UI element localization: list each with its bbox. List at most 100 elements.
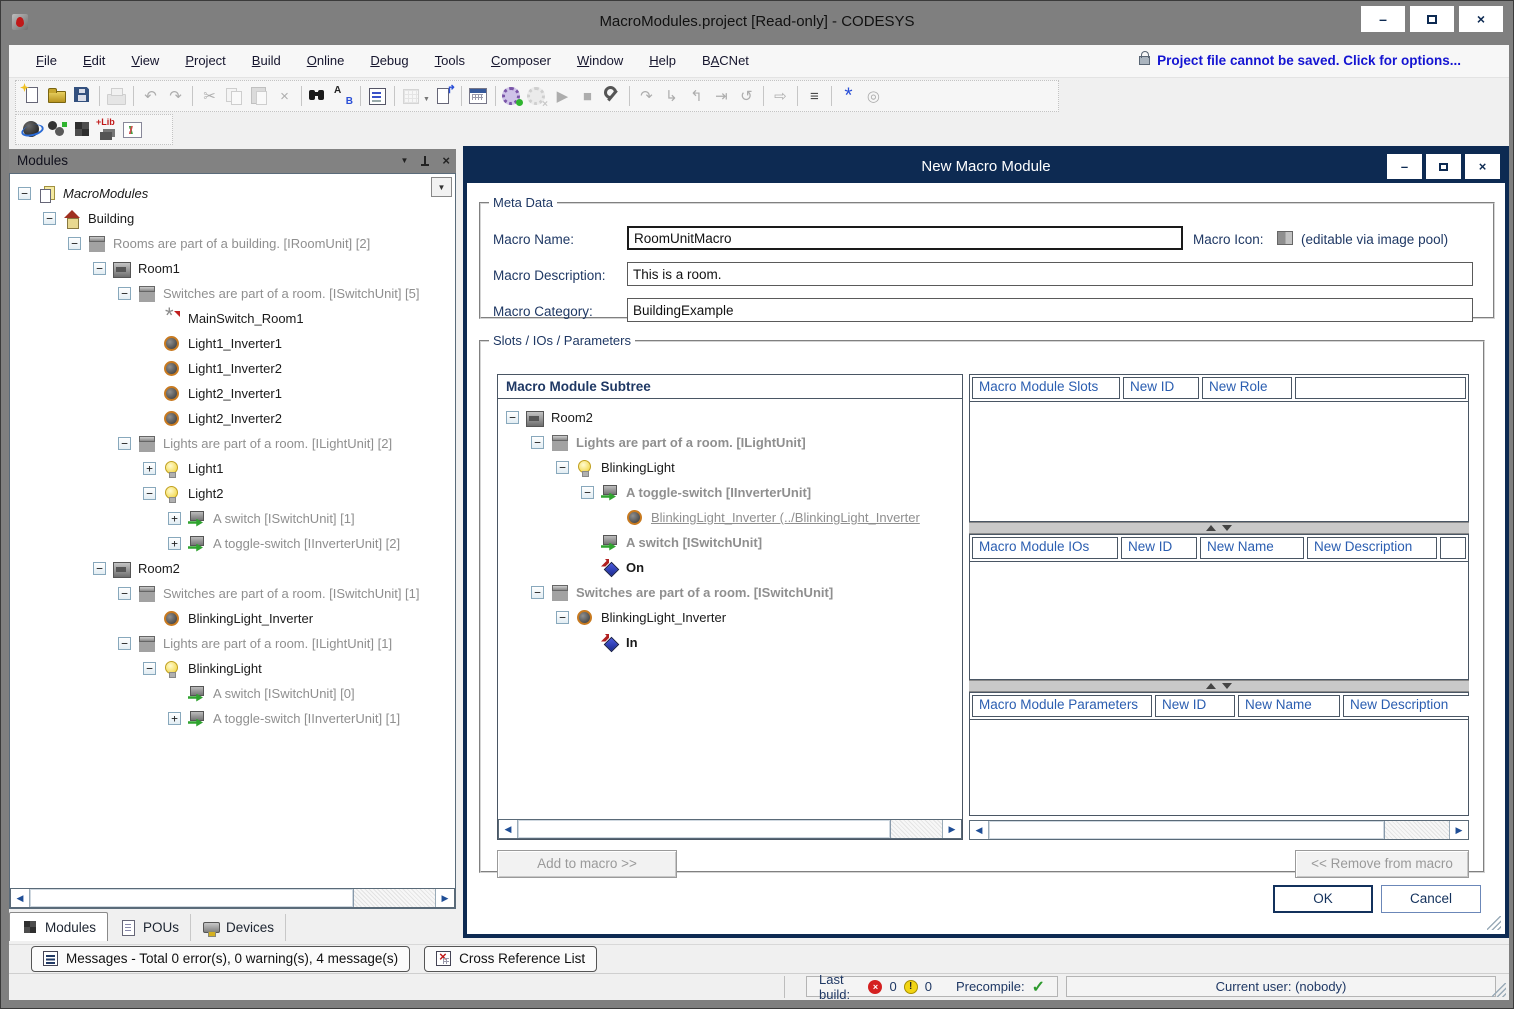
composer-modules-icon[interactable] <box>71 119 94 141</box>
tree-expander[interactable]: + <box>143 462 156 475</box>
menu-build[interactable]: Build <box>239 45 294 77</box>
tree-item[interactable]: −Light2 <box>10 481 455 506</box>
delete-icon[interactable]: × <box>273 85 296 107</box>
tree-item[interactable]: Light2_Inverter2 <box>10 406 455 431</box>
column-header[interactable]: New Description <box>1307 537 1437 559</box>
reset-icon[interactable]: ↺ <box>735 85 758 107</box>
redo-icon[interactable]: ↷ <box>164 85 187 107</box>
tab-devices[interactable]: Devices <box>191 914 286 941</box>
toggle-breakpoint-icon[interactable]: ⇨ <box>769 85 792 107</box>
tree-item[interactable]: +Light1 <box>10 456 455 481</box>
copy-icon[interactable] <box>223 85 246 107</box>
tree-expander[interactable]: − <box>68 237 81 250</box>
tree-item[interactable]: +A toggle-switch [IInverterUnit] [1] <box>10 706 455 731</box>
window-resize-grip[interactable] <box>1492 983 1506 997</box>
tables-hscrollbar[interactable]: ◀ ▶ <box>969 820 1469 840</box>
step-into-icon[interactable]: ↳ <box>660 85 683 107</box>
tree-expander[interactable]: − <box>93 562 106 575</box>
column-header[interactable]: New Name <box>1238 695 1340 717</box>
run-to-cursor-icon[interactable]: ⇥ <box>710 85 733 107</box>
scrollbar-thumb[interactable] <box>989 821 1385 839</box>
undo-icon[interactable]: ↶ <box>139 85 162 107</box>
menu-edit[interactable]: Edit <box>70 45 118 77</box>
slots-ios-splitter[interactable] <box>969 522 1469 534</box>
cancel-button[interactable]: Cancel <box>1381 885 1481 913</box>
panel-menu-icon[interactable]: ▼ <box>400 149 408 173</box>
pin-icon[interactable] <box>420 155 430 168</box>
tree-item[interactable]: Light1_Inverter1 <box>10 331 455 356</box>
step-out-icon[interactable]: ↰ <box>685 85 708 107</box>
scroll-left-icon[interactable]: ◀ <box>970 821 989 839</box>
dialog-maximize-button[interactable] <box>1426 154 1461 179</box>
tree-expander[interactable]: − <box>531 586 544 599</box>
dialog-resize-grip[interactable] <box>1487 916 1501 930</box>
tree-expander[interactable]: − <box>556 611 569 624</box>
tree-filter-dropdown[interactable]: ▼ <box>431 177 452 197</box>
tree-expander[interactable]: − <box>93 262 106 275</box>
composer-config-icon[interactable] <box>46 119 69 141</box>
tree-expander[interactable]: − <box>143 662 156 675</box>
macro-name-input[interactable] <box>627 226 1183 250</box>
add-to-macro-button[interactable]: Add to macro >> <box>497 850 677 878</box>
menu-online[interactable]: Online <box>294 45 358 77</box>
column-header[interactable]: New Name <box>1200 537 1304 559</box>
tree-item[interactable]: Light2_Inverter1 <box>10 381 455 406</box>
configure-icon[interactable] <box>601 85 624 107</box>
scroll-right-icon[interactable]: ▶ <box>942 820 961 838</box>
tree-expander[interactable]: − <box>118 587 131 600</box>
save-icon[interactable] <box>71 85 94 107</box>
simulation-icon[interactable]: * <box>837 85 860 107</box>
scroll-left-icon[interactable]: ◀ <box>11 889 30 907</box>
tree-item[interactable]: −Room1 <box>10 256 455 281</box>
paste-icon[interactable] <box>248 85 271 107</box>
print-icon[interactable] <box>105 85 128 107</box>
stop-icon[interactable]: ■ <box>576 85 599 107</box>
find-icon[interactable] <box>307 85 330 107</box>
tree-item[interactable]: +A switch [ISwitchUnit] [1] <box>10 506 455 531</box>
login-icon[interactable] <box>501 85 524 107</box>
tree-expander[interactable]: + <box>168 712 181 725</box>
logout-icon[interactable] <box>526 85 549 107</box>
menu-window[interactable]: Window <box>564 45 636 77</box>
replace-icon[interactable] <box>332 85 355 107</box>
close-button[interactable]: × <box>1459 6 1503 32</box>
column-header-filler[interactable] <box>1440 537 1466 559</box>
tree-expander[interactable]: − <box>531 436 544 449</box>
ios-params-splitter[interactable] <box>969 680 1469 692</box>
open-project-icon[interactable] <box>46 85 69 107</box>
parameters-table-body[interactable] <box>970 719 1468 815</box>
tree-item[interactable]: A switch [ISwitchUnit] <box>498 530 962 555</box>
column-header[interactable]: New ID <box>1121 537 1197 559</box>
tree-item[interactable]: −BlinkingLight <box>498 455 962 480</box>
scrollbar-thumb[interactable] <box>30 889 354 907</box>
menu-bacnet[interactable]: BACNet <box>689 45 762 77</box>
tab-cross-reference[interactable]: Cross Reference List <box>424 946 597 972</box>
tree-expander[interactable]: − <box>556 461 569 474</box>
tree-item[interactable]: −Lights are part of a room. [ILightUnit]… <box>10 631 455 656</box>
declarations-icon[interactable] <box>366 85 389 107</box>
menu-composer[interactable]: Composer <box>478 45 564 77</box>
tree-item[interactable]: −Room2 <box>10 556 455 581</box>
tree-item[interactable]: −Rooms are part of a building. [IRoomUni… <box>10 231 455 256</box>
subtree-hscrollbar[interactable]: ◀ ▶ <box>498 819 962 839</box>
tree-expander[interactable]: − <box>18 187 31 200</box>
column-header-filler[interactable] <box>1295 377 1466 399</box>
scroll-right-icon[interactable]: ▶ <box>1449 821 1468 839</box>
composer-overview-icon[interactable] <box>21 119 44 141</box>
dropdown-arrow-icon[interactable]: ▼ <box>423 96 430 103</box>
scrollbar-thumb[interactable] <box>518 820 891 838</box>
tree-item[interactable]: −BlinkingLight <box>10 656 455 681</box>
tree-item[interactable]: Light1_Inverter2 <box>10 356 455 381</box>
tree-item[interactable]: BlinkingLight_Inverter (../BlinkingLight… <box>498 505 962 530</box>
build-icon[interactable] <box>467 85 490 107</box>
macro-description-input[interactable] <box>627 262 1473 286</box>
tree-item[interactable]: −Switches are part of a room. [ISwitchUn… <box>498 580 962 605</box>
tree-item[interactable]: −BlinkingLight_Inverter <box>498 605 962 630</box>
tree-item[interactable]: A switch [ISwitchUnit] [0] <box>10 681 455 706</box>
menu-project[interactable]: Project <box>172 45 238 77</box>
column-header[interactable]: New ID <box>1123 377 1199 399</box>
tree-item[interactable]: +A toggle-switch [IInverterUnit] [2] <box>10 531 455 556</box>
ios-table-body[interactable] <box>970 561 1468 679</box>
tree-item[interactable]: −MacroModules <box>10 181 455 206</box>
dialog-minimize-button[interactable]: – <box>1387 154 1422 179</box>
